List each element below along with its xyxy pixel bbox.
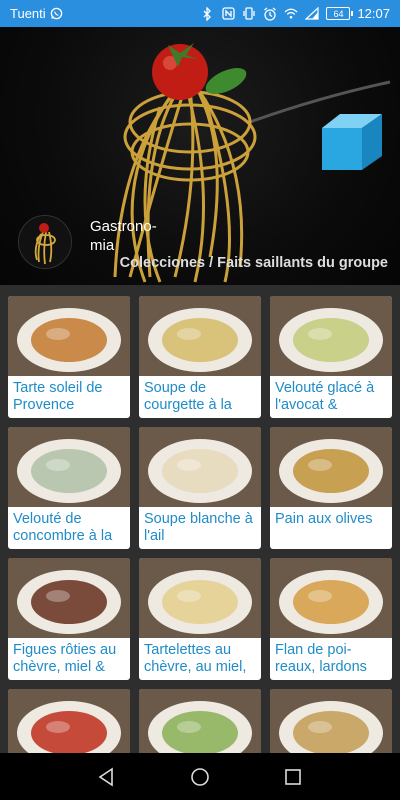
clock-time: 12:07 bbox=[357, 6, 390, 21]
recipe-card[interactable]: Velouté de concombre à la bbox=[8, 427, 130, 549]
recipe-thumbnail bbox=[270, 689, 392, 753]
recipe-title: Tarte soleil de Provence bbox=[13, 380, 103, 413]
back-icon bbox=[98, 767, 113, 786]
recents-icon bbox=[285, 768, 302, 785]
recipe-thumbnail bbox=[139, 296, 261, 376]
recipe-card[interactable] bbox=[8, 689, 130, 753]
recipe-thumbnail bbox=[8, 427, 130, 507]
wifi-icon bbox=[284, 7, 298, 21]
recipe-title: Tartelettes au chèvre, au miel, bbox=[144, 642, 247, 675]
recipe-thumbnail bbox=[8, 296, 130, 376]
recipe-card[interactable]: Velouté glacé à l'avocat & bbox=[270, 296, 392, 418]
recipe-card[interactable] bbox=[139, 689, 261, 753]
recipe-card[interactable]: Pain aux olives bbox=[270, 427, 392, 549]
recipe-card[interactable]: Tarte soleil de Provence bbox=[8, 296, 130, 418]
recipe-card[interactable] bbox=[270, 689, 392, 753]
recipe-thumbnail bbox=[8, 558, 130, 638]
recipe-title: Soupe blanche à l'ail bbox=[144, 511, 253, 544]
recipe-title: Velouté de concombre à la bbox=[13, 511, 113, 544]
home-icon bbox=[191, 767, 209, 786]
recipe-thumbnail bbox=[270, 296, 392, 376]
breadcrumb: Colecciones / Faits saillants du groupe bbox=[119, 255, 388, 271]
vibrate-icon bbox=[242, 7, 256, 21]
alarm-icon bbox=[263, 6, 277, 21]
status-icons: 64 12:07 bbox=[200, 6, 390, 21]
back-button[interactable] bbox=[87, 757, 127, 797]
recipe-card[interactable]: Flan de poi-reaux, lardons bbox=[270, 558, 392, 680]
nfc-icon bbox=[221, 7, 235, 21]
recipe-card[interactable]: Tartelettes au chèvre, au miel, bbox=[139, 558, 261, 680]
status-bar: Tuenti 64 12:07 bbox=[0, 0, 400, 27]
battery-level: 64 bbox=[333, 8, 344, 19]
system-nav-bar bbox=[0, 753, 400, 800]
battery-icon: 64 bbox=[326, 7, 354, 20]
recipe-thumbnail bbox=[139, 427, 261, 507]
recipe-card[interactable]: Soupe de courgette à la bbox=[139, 296, 261, 418]
recipe-card[interactable]: Figues rôties au chèvre, miel & bbox=[8, 558, 130, 680]
recipe-thumbnail bbox=[8, 689, 130, 753]
recipe-title: Pain aux olives bbox=[275, 511, 373, 527]
bluetooth-icon bbox=[200, 6, 214, 21]
recipe-thumbnail bbox=[270, 427, 392, 507]
recipe-grid: Tarte soleil de Provence Soupe de courget… bbox=[8, 296, 392, 753]
recents-button[interactable] bbox=[273, 757, 313, 797]
collection-header: Gastrono- mia Colecciones / Faits sailla… bbox=[0, 27, 400, 285]
recipe-grid-area[interactable]: Tarte soleil de Provence Soupe de courget… bbox=[0, 285, 400, 753]
recipe-thumbnail bbox=[139, 689, 261, 753]
carrier-group: Tuenti bbox=[10, 6, 64, 21]
signal-icon bbox=[305, 7, 320, 21]
app-name: Gastrono- mia bbox=[90, 218, 157, 254]
recipe-title: Figues rôties au chèvre, miel & bbox=[13, 642, 117, 675]
cube-icon[interactable] bbox=[318, 112, 386, 174]
recipe-title: Flan de poi-reaux, lardons bbox=[275, 642, 367, 675]
recipe-title: Soupe de courgette à la bbox=[144, 380, 232, 413]
app-logo-avatar[interactable] bbox=[18, 215, 72, 269]
recipe-thumbnail bbox=[139, 558, 261, 638]
carrier-name: Tuenti bbox=[10, 6, 46, 21]
recipe-title: Velouté glacé à l'avocat & bbox=[275, 380, 375, 413]
home-button[interactable] bbox=[180, 757, 220, 797]
recipe-thumbnail bbox=[270, 558, 392, 638]
whatsapp-icon bbox=[50, 7, 64, 21]
recipe-card[interactable]: Soupe blanche à l'ail bbox=[139, 427, 261, 549]
